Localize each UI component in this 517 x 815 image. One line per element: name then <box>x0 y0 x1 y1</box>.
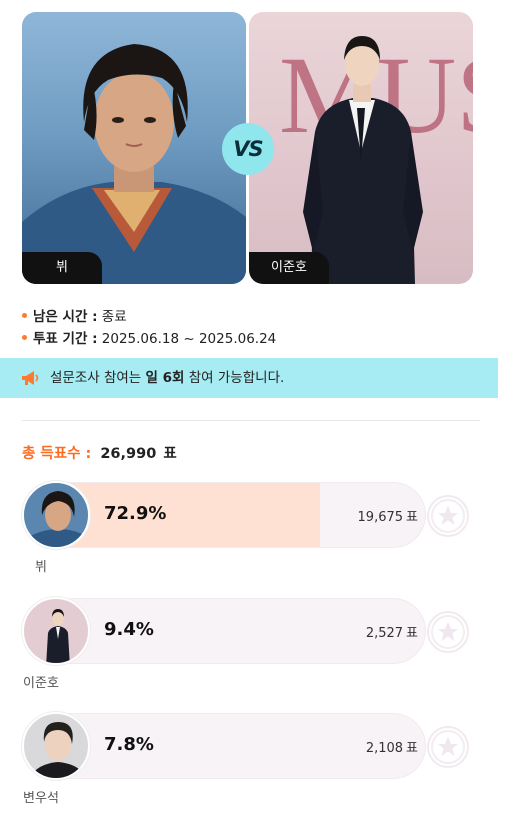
vote-count: 2,108 표 <box>366 737 418 756</box>
avatar <box>22 481 90 549</box>
remaining-time-label: 남은 시간 : <box>33 309 98 325</box>
vote-star-button[interactable] <box>424 492 472 540</box>
vote-count: 2,527 표 <box>366 622 418 641</box>
vote-count-value: 2,527 <box>365 626 404 641</box>
voting-period-value: 2025.06.18 ~ 2025.06.24 <box>101 331 277 347</box>
vote-unit: 표 <box>406 510 418 525</box>
candidate-name: 이준호 <box>23 676 59 691</box>
matchup-banner: 뷔 MUST 이준호 VS <box>22 12 473 284</box>
avatar <box>22 712 90 780</box>
vote-count-value: 19,675 <box>357 510 404 525</box>
total-votes-value: 26,990 <box>100 446 157 462</box>
candidate-name: 변우석 <box>23 791 59 806</box>
vote-star-button[interactable] <box>424 723 472 771</box>
remaining-time-value: 종료 <box>101 309 127 325</box>
vote-unit: 표 <box>406 741 418 756</box>
vote-percent: 72.9% <box>104 503 167 524</box>
vote-count-value: 2,108 <box>365 741 404 756</box>
voting-period-line: 투표 기간 : 2025.06.18 ~ 2025.06.24 <box>22 327 276 347</box>
total-votes-label: 총 득표수 : <box>22 446 92 462</box>
vs-badge: VS <box>222 123 274 175</box>
portrait-illustration-left <box>22 44 246 284</box>
notice-text-suffix: 참여 가능합니다. <box>184 370 285 386</box>
vote-percent: 7.8% <box>104 734 154 755</box>
avatar <box>22 597 90 665</box>
section-divider <box>22 420 480 421</box>
participation-notice: 설문조사 참여는 일 6회 참여 가능합니다. <box>0 358 498 398</box>
remaining-time-line: 남은 시간 : 종료 <box>22 305 127 325</box>
total-votes: 총 득표수 : 26,990 표 <box>22 442 177 463</box>
candidate-photo-left[interactable]: 뷔 <box>22 12 246 284</box>
candidate-row: 7.8% 2,108 표 변우석 <box>22 712 480 813</box>
total-votes-unit: 표 <box>163 446 177 462</box>
candidate-name-tag-right: 이준호 <box>249 252 329 284</box>
candidate-row: 72.9% 19,675 표 뷔 <box>22 481 480 582</box>
notice-text-prefix: 설문조사 참여는 <box>50 370 146 386</box>
vote-unit: 표 <box>406 626 418 641</box>
vote-count: 19,675 표 <box>358 506 418 525</box>
notice-text-highlight: 일 6회 <box>145 370 185 386</box>
candidate-name: 뷔 <box>35 560 47 575</box>
vote-star-button[interactable] <box>424 608 472 656</box>
voting-period-label: 투표 기간 : <box>33 331 98 347</box>
vote-percent: 9.4% <box>104 619 154 640</box>
candidate-photo-right[interactable]: MUST 이준호 <box>249 12 473 284</box>
portrait-illustration-right: MUST <box>279 34 473 284</box>
candidate-row: 9.4% 2,527 표 이준호 <box>22 597 480 698</box>
candidate-name-tag-left: 뷔 <box>22 252 102 284</box>
bullet-dot-icon <box>22 334 27 340</box>
megaphone-icon <box>22 371 39 385</box>
bullet-dot-icon <box>22 312 27 318</box>
